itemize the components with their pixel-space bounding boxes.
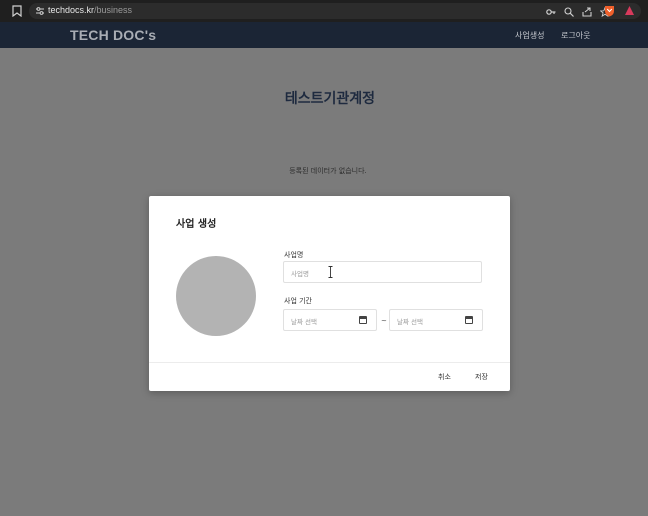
create-business-modal: 사업 생성 사업명 사업명 사업 기간 날짜 선택 ~ 날짜 선택 취소 저장 <box>149 196 510 391</box>
end-date-placeholder: 날짜 선택 <box>397 318 423 326</box>
save-button[interactable]: 저장 <box>475 372 488 382</box>
start-date-placeholder: 날짜 선택 <box>291 318 317 326</box>
site-header: TECH DOC's 사업생성 로그아웃 <box>0 22 648 48</box>
calendar-icon[interactable] <box>465 316 473 324</box>
start-date-input[interactable]: 날짜 선택 <box>283 309 377 331</box>
business-image-placeholder[interactable] <box>176 256 256 336</box>
share-icon[interactable] <box>582 7 592 17</box>
brave-rewards-icon[interactable] <box>624 5 635 16</box>
zoom-icon[interactable] <box>564 7 574 17</box>
text-cursor-icon <box>328 266 333 278</box>
brave-shield-icon[interactable] <box>604 5 615 17</box>
site-logo[interactable]: TECH DOC's <box>70 27 156 43</box>
url-text: techdocs.kr/business <box>48 5 132 15</box>
business-name-label: 사업명 <box>284 251 304 259</box>
url-path: /business <box>94 5 133 15</box>
empty-message: 등록된 데이터가 없습니다. <box>289 167 367 175</box>
key-icon[interactable] <box>546 7 556 17</box>
url-domain: techdocs.kr <box>48 5 95 15</box>
modal-title: 사업 생성 <box>176 219 217 230</box>
end-date-input[interactable]: 날짜 선택 <box>389 309 483 331</box>
modal-footer-divider <box>149 362 510 363</box>
bookmark-icon[interactable] <box>12 5 22 17</box>
address-bar[interactable]: techdocs.kr/business <box>29 3 641 19</box>
nav-logout[interactable]: 로그아웃 <box>561 30 590 41</box>
calendar-icon[interactable] <box>359 316 367 324</box>
site-settings-icon[interactable] <box>35 6 45 16</box>
page-title: 테스트기관계정 <box>284 91 376 107</box>
cancel-button[interactable]: 취소 <box>438 372 451 382</box>
business-period-label: 사업 기간 <box>284 297 312 305</box>
business-name-input[interactable]: 사업명 <box>283 261 482 283</box>
date-range-separator: ~ <box>381 317 387 325</box>
browser-toolbar: techdocs.kr/business <box>0 0 648 22</box>
business-name-placeholder: 사업명 <box>291 270 309 278</box>
nav-create-business[interactable]: 사업생성 <box>515 30 544 41</box>
